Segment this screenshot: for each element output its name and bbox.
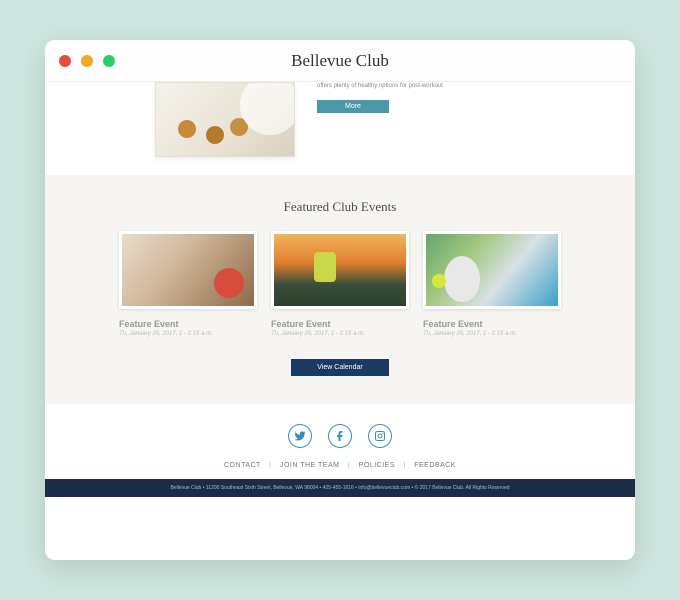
facebook-icon[interactable] [328,424,352,448]
footer-link-join[interactable]: JOIN THE TEAM [280,462,340,469]
event-image [271,231,409,309]
article-description: offers plenty of healthy options for pos… [317,82,595,90]
window-controls [59,55,115,67]
social-links [45,424,635,448]
event-card[interactable]: Feature Event Th, January 26, 2017, 1 - … [423,231,561,337]
events-section: Featured Club Events Feature Event Th, J… [45,175,635,404]
app-window: Bellevue Club offers plenty of healthy o… [45,40,635,560]
footer-link-policies[interactable]: POLICIES [359,462,395,469]
event-card[interactable]: Feature Event Th, January 26, 2017, 1 - … [271,231,409,337]
legal-bar: Bellevue Club • 11200 Southeast Sixth St… [45,479,635,497]
footer-link-contact[interactable]: CONTACT [224,462,261,469]
minimize-window-button[interactable] [81,55,93,67]
event-card[interactable]: Feature Event Th, January 26, 2017, 1 - … [119,231,257,337]
titlebar: Bellevue Club [45,40,635,82]
event-image [423,231,561,309]
window-title: Bellevue Club [45,51,635,71]
page-content: offers plenty of healthy options for pos… [45,82,635,497]
view-calendar-button[interactable]: View Calendar [291,359,388,376]
article-image [155,82,295,157]
page-viewport: offers plenty of healthy options for pos… [45,82,635,560]
events-heading: Featured Club Events [85,199,595,215]
instagram-icon[interactable] [368,424,392,448]
footer: CONTACT | JOIN THE TEAM | POLICIES | FEE… [45,404,635,497]
footer-links: CONTACT | JOIN THE TEAM | POLICIES | FEE… [45,462,635,469]
maximize-window-button[interactable] [103,55,115,67]
event-date: Th, January 26, 2017, 1 - 2:15 a.m. [119,331,257,337]
event-title: Feature Event [119,319,257,329]
footer-link-feedback[interactable]: FEEDBACK [414,462,456,469]
event-date: Th, January 26, 2017, 1 - 2:15 a.m. [271,331,409,337]
event-title: Feature Event [423,319,561,329]
article-text: offers plenty of healthy options for pos… [317,82,595,113]
event-date: Th, January 26, 2017, 1 - 2:15 a.m. [423,331,561,337]
event-title: Feature Event [271,319,409,329]
more-button[interactable]: More [317,100,389,113]
twitter-icon[interactable] [288,424,312,448]
events-row: Feature Event Th, January 26, 2017, 1 - … [85,231,595,337]
event-image [119,231,257,309]
article-preview: offers plenty of healthy options for pos… [45,82,635,175]
close-window-button[interactable] [59,55,71,67]
